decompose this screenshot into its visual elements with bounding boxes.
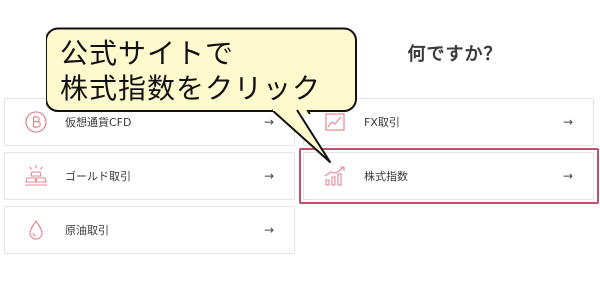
- gold-bars-icon: [19, 159, 53, 193]
- option-stock-index[interactable]: 株式指数 →: [303, 152, 594, 200]
- arrow-right-icon: →: [263, 115, 274, 129]
- arrow-right-icon: →: [562, 169, 573, 183]
- option-label: FX取引: [364, 116, 400, 129]
- arrow-right-icon: →: [263, 169, 274, 183]
- page-heading-text: 何ですか？: [407, 44, 503, 65]
- chart-line-icon: [318, 105, 352, 139]
- bar-chart-trend-icon: [318, 159, 352, 193]
- option-crypto-cfd[interactable]: 仮想通貨CFD →: [4, 98, 295, 146]
- option-label: 株式指数: [364, 170, 408, 183]
- option-label: ゴールド取引: [65, 170, 131, 183]
- option-label: 原油取引: [65, 224, 109, 237]
- arrow-right-icon: →: [263, 223, 274, 237]
- page: 何ですか？ 仮想通貨CFD → FX取引 → ゴールド取引 → 株式指数 → 原…: [0, 0, 600, 304]
- option-fx[interactable]: FX取引 →: [303, 98, 594, 146]
- option-label: 仮想通貨CFD: [65, 116, 132, 129]
- page-heading: 何ですか？: [250, 40, 590, 66]
- option-oil[interactable]: 原油取引 →: [4, 206, 295, 254]
- arrow-right-icon: →: [562, 115, 573, 129]
- option-gold[interactable]: ゴールド取引 →: [4, 152, 295, 200]
- bitcoin-icon: [19, 105, 53, 139]
- oil-drop-icon: [19, 213, 53, 247]
